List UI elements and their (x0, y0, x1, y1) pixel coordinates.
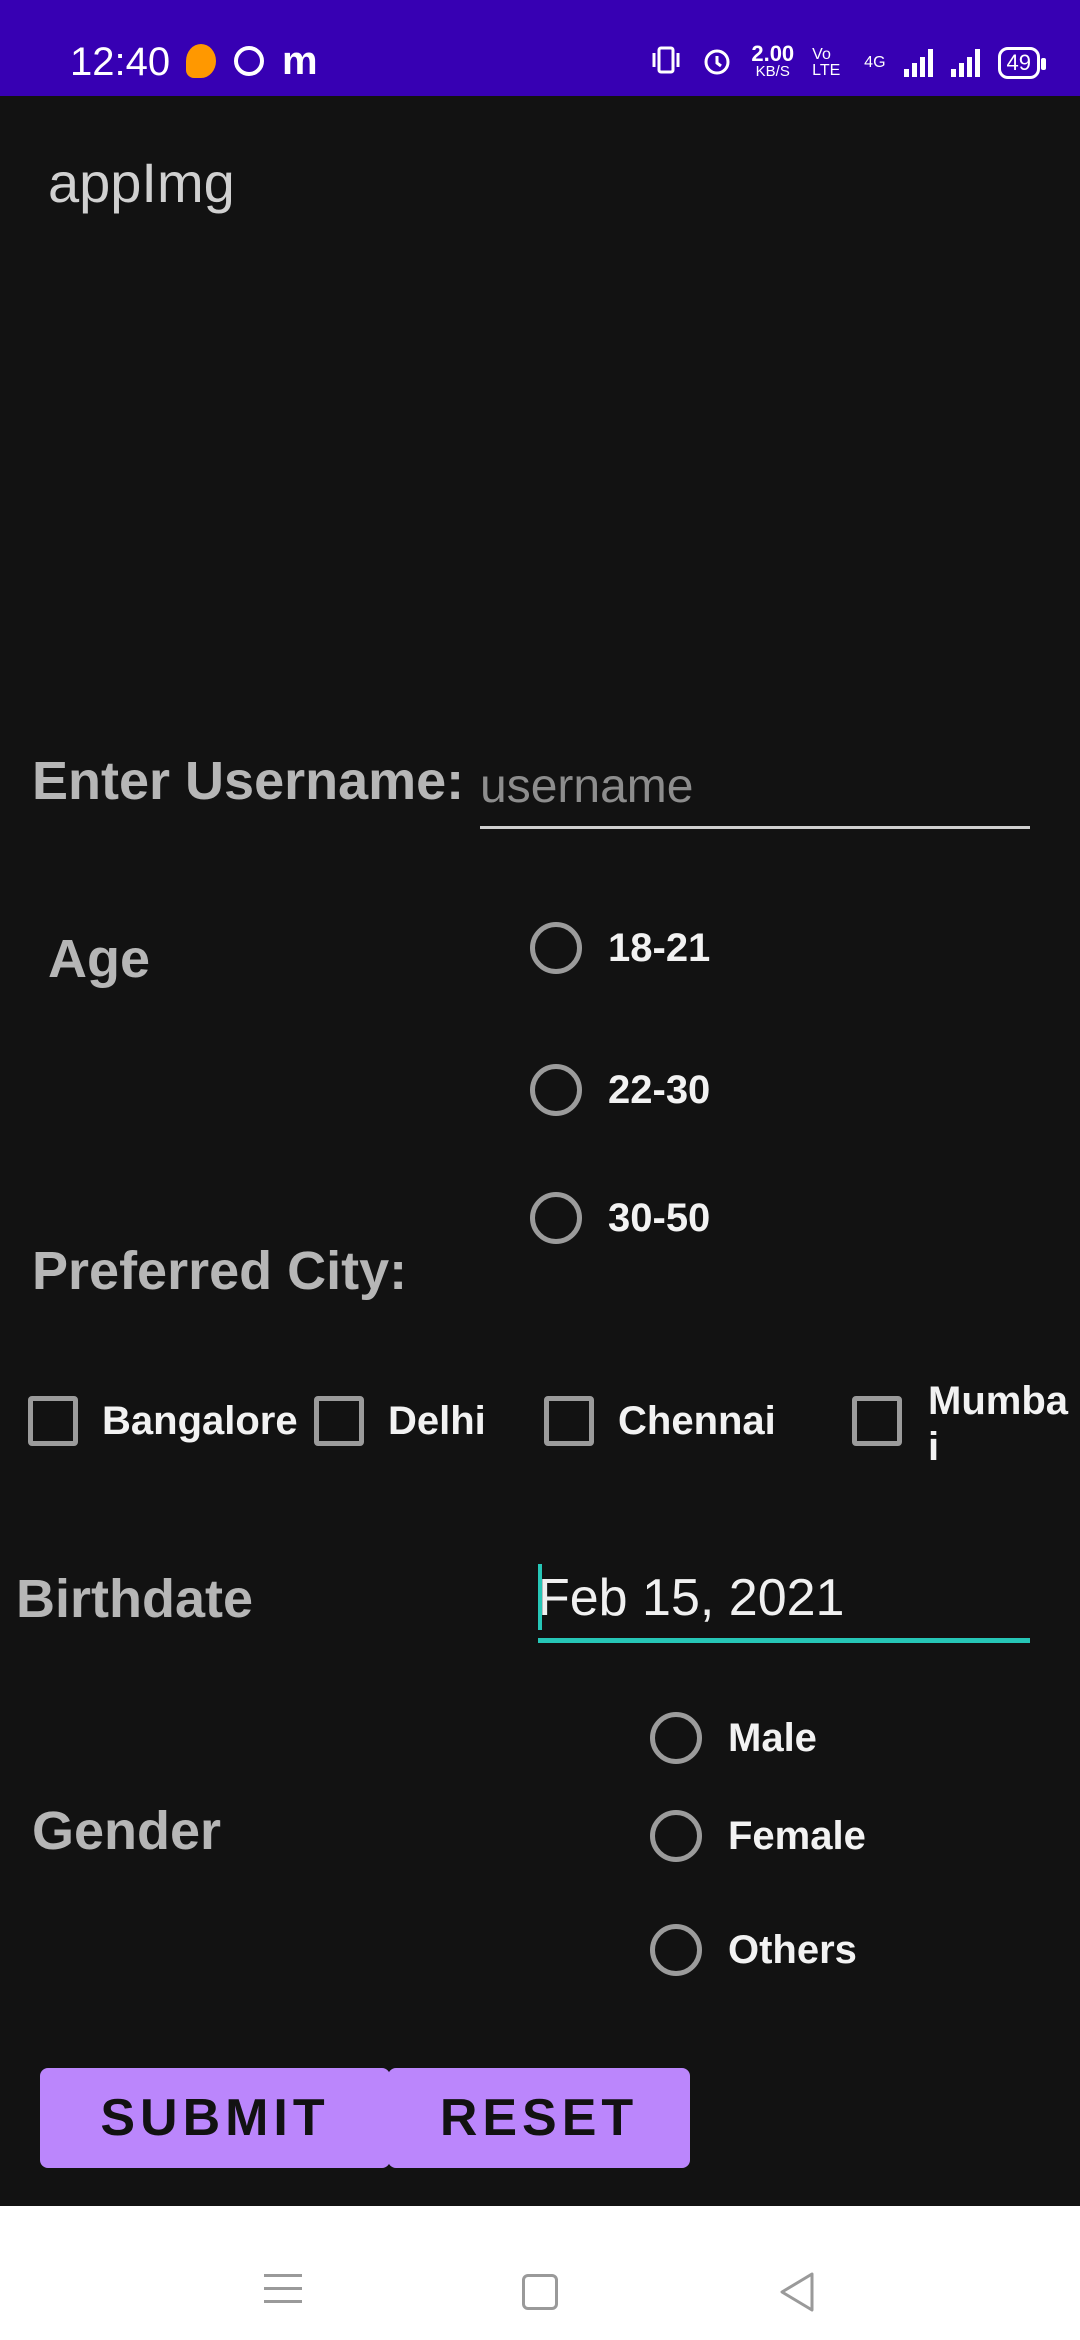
radio-circle[interactable] (530, 1064, 582, 1116)
username-label: Enter Username: (32, 751, 465, 811)
chrome-icon (234, 46, 264, 76)
city-option-label: Delhi (388, 1398, 486, 1443)
signal-icon (903, 49, 933, 77)
checkbox-box[interactable] (852, 1396, 902, 1446)
status-time: 12:40 (70, 40, 171, 84)
age-radio-22-30[interactable]: 22-30 (530, 1064, 710, 1116)
checkbox-box[interactable] (544, 1396, 594, 1446)
notification-icons: m (186, 39, 318, 83)
city-checkbox-mumbai[interactable] (852, 1396, 902, 1446)
vibrate-icon (649, 45, 683, 81)
city-option-label: Bangalore (102, 1398, 298, 1443)
battery-level: 49 (1006, 50, 1031, 75)
m-icon: m (282, 39, 318, 83)
text-cursor (538, 1564, 542, 1630)
city-checkbox-delhi[interactable]: Delhi (314, 1396, 486, 1446)
app-title: appImg (48, 151, 235, 214)
radio-circle[interactable] (650, 1810, 702, 1862)
submit-button[interactable]: SUBMIT (40, 2068, 390, 2168)
radio-circle[interactable] (650, 1712, 702, 1764)
city-checkbox-chennai[interactable]: Chennai (544, 1396, 776, 1446)
gender-label: Gender (32, 1801, 222, 1861)
status-right-icons: 2.00 KB/S Vo LTE 4G 49 (649, 41, 1047, 82)
back-icon[interactable] (776, 2270, 816, 2319)
orange-bubble-icon (186, 44, 216, 78)
speed-value: 2.00 (751, 41, 795, 66)
age-radio-18-21[interactable]: 18-21 (530, 922, 710, 974)
checkbox-box[interactable] (28, 1396, 78, 1446)
alarm-icon (701, 44, 733, 82)
preferred-city-label: Preferred City: (32, 1241, 408, 1301)
speed-indicator: 2.00 KB/S (751, 41, 795, 81)
birthdate-field[interactable]: Feb 15, 2021 (538, 1558, 1030, 1643)
gender-radio-female[interactable]: Female (650, 1810, 866, 1862)
age-option-label: 30-50 (608, 1195, 711, 1240)
gender-option-label: Female (728, 1813, 866, 1858)
age-label: Age (48, 929, 151, 989)
username-input[interactable] (480, 746, 1030, 829)
checkbox-box[interactable] (314, 1396, 364, 1446)
city-option-label: Chennai (618, 1398, 776, 1443)
menu-icon[interactable] (264, 2274, 302, 2313)
radio-circle[interactable] (530, 922, 582, 974)
reset-button[interactable]: RESET (388, 2068, 690, 2168)
speed-unit: KB/S (755, 63, 790, 80)
signal-icon-2 (950, 49, 980, 77)
age-radio-30-50[interactable]: 30-50 (530, 1192, 710, 1244)
navigation-bar (0, 2206, 1080, 2340)
volte-label: Vo LTE (812, 46, 841, 79)
age-option-label: 22-30 (608, 1067, 711, 1112)
gender-radio-others[interactable]: Others (650, 1924, 857, 1976)
radio-circle[interactable] (530, 1192, 582, 1244)
age-option-label: 18-21 (608, 925, 711, 970)
status-bar: 12:40 m 2.00 KB/S Vo LTE 4G 49 (0, 0, 1080, 96)
gender-radio-male[interactable]: Male (650, 1712, 817, 1764)
city-option-label: Mumbai (928, 1379, 1068, 1469)
radio-circle[interactable] (650, 1924, 702, 1976)
gender-option-label: Male (728, 1715, 817, 1760)
network-type: 4G (864, 54, 886, 71)
birthdate-label: Birthdate (16, 1569, 254, 1629)
home-icon[interactable] (522, 2274, 558, 2310)
city-checkbox-bangalore[interactable]: Bangalore (28, 1396, 298, 1446)
battery-icon: 49 (997, 47, 1047, 79)
gender-option-label: Others (728, 1927, 857, 1972)
